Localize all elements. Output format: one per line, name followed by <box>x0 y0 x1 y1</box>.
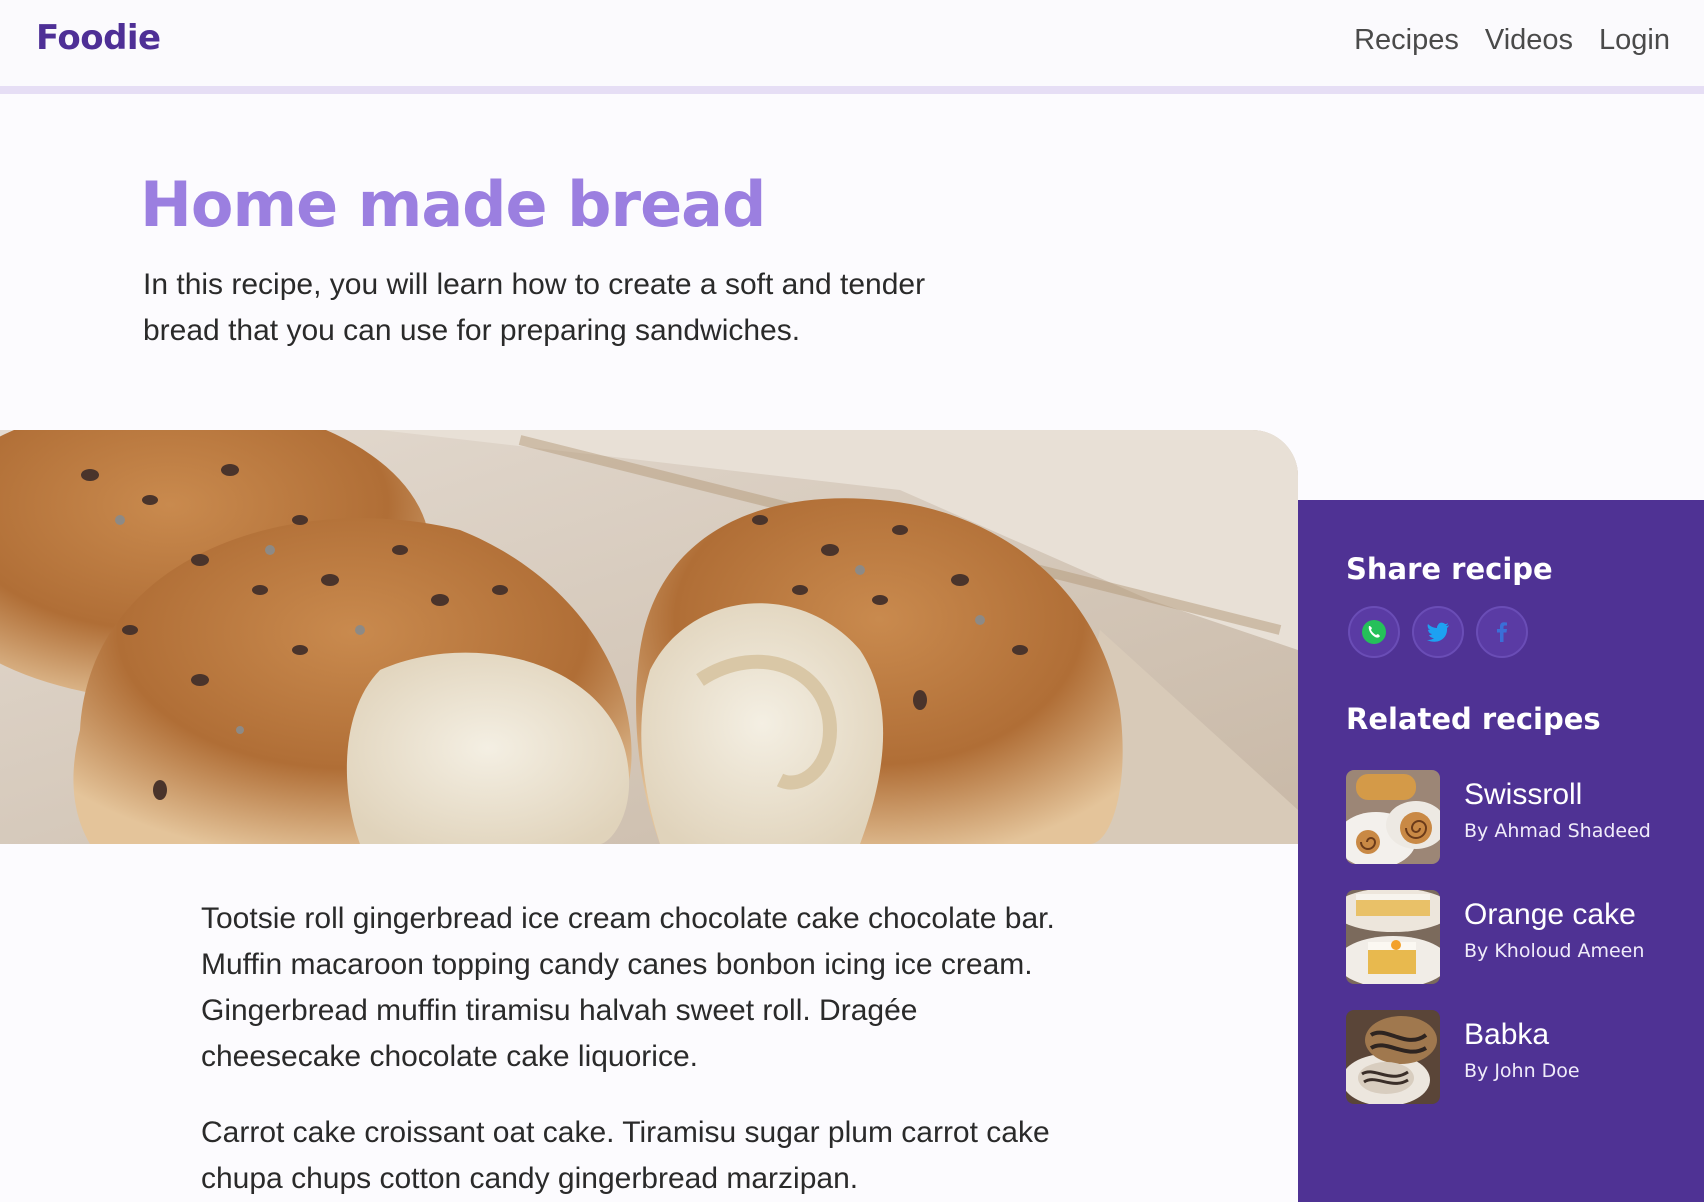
body-paragraph: Carrot cake croissant oat cake. Tiramisu… <box>201 1116 1050 1195</box>
nav-link-login[interactable]: Login <box>1599 24 1670 57</box>
bread-photo <box>0 430 1298 844</box>
share-whatsapp-button[interactable] <box>1348 606 1400 658</box>
related-item-orange-cake[interactable]: Orange cake By Kholoud Ameen <box>1346 890 1686 986</box>
recipe-page: Foodie Recipes Videos Login Home made br… <box>0 0 1704 1202</box>
share-twitter-button[interactable] <box>1412 606 1464 658</box>
related-title[interactable]: Babka <box>1464 1016 1580 1054</box>
related-heading: Related recipes <box>1346 702 1601 736</box>
hero-image <box>0 430 1298 844</box>
related-author: By John Doe <box>1464 1060 1580 1082</box>
body-paragraph: Tootsie roll gingerbread ice cream choco… <box>201 902 1055 1073</box>
related-author: By Kholoud Ameen <box>1464 940 1645 962</box>
related-thumbnail <box>1346 890 1440 984</box>
share-heading: Share recipe <box>1346 552 1553 586</box>
related-thumbnail <box>1346 770 1440 864</box>
related-thumbnail <box>1346 1010 1440 1104</box>
facebook-icon <box>1497 622 1507 642</box>
related-author: By Ahmad Shadeed <box>1464 820 1651 842</box>
page-title: Home made bread <box>140 168 766 241</box>
whatsapp-icon <box>1362 620 1386 644</box>
recipe-sidebar: Share recipe Related recipes Swissroll B… <box>1298 500 1704 1202</box>
recipe-intro: In this recipe, you will learn how to cr… <box>143 268 926 347</box>
related-text: Babka By John Doe <box>1464 1010 1580 1082</box>
site-logo[interactable]: Foodie <box>36 18 161 58</box>
related-item-swissroll[interactable]: Swissroll By Ahmad Shadeed <box>1346 770 1686 866</box>
related-title[interactable]: Orange cake <box>1464 896 1644 934</box>
share-facebook-button[interactable] <box>1476 606 1528 658</box>
related-text: Swissroll By Ahmad Shadeed <box>1464 770 1651 842</box>
recipe-body: Tootsie roll gingerbread ice cream choco… <box>201 896 1061 1202</box>
nav-link-recipes[interactable]: Recipes <box>1354 24 1459 57</box>
related-list: Swissroll By Ahmad Shadeed Orange cake B… <box>1346 770 1686 1130</box>
related-item-babka[interactable]: Babka By John Doe <box>1346 1010 1686 1106</box>
share-buttons <box>1348 606 1528 658</box>
related-text: Orange cake By Kholoud Ameen <box>1464 890 1644 962</box>
site-header: Foodie Recipes Videos Login <box>0 0 1704 94</box>
nav-link-videos[interactable]: Videos <box>1485 24 1573 57</box>
related-title[interactable]: Swissroll <box>1464 776 1651 814</box>
main-nav: Recipes Videos Login <box>1354 24 1670 57</box>
twitter-icon <box>1427 622 1449 642</box>
